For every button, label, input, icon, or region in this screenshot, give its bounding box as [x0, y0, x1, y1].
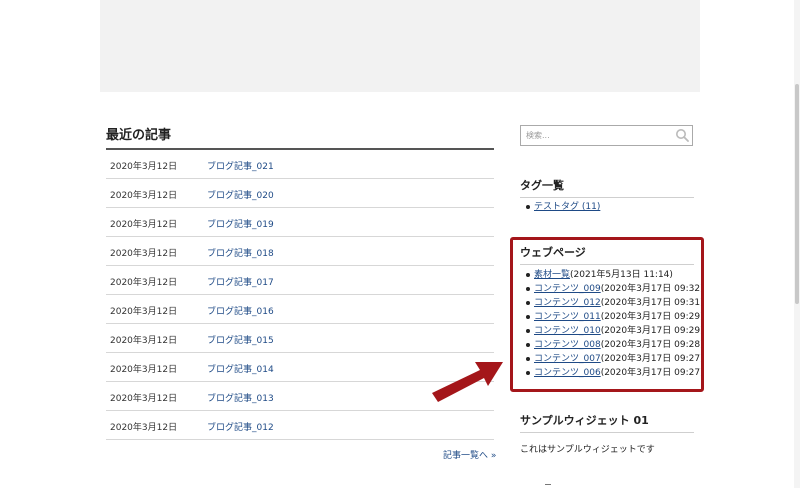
search-icon[interactable] — [675, 128, 689, 142]
post-link[interactable]: ブログ記事_019 — [207, 217, 274, 230]
post-date: 2020年3月12日 — [110, 365, 178, 375]
list-item: 2020年3月12日 ブログ記事_019 — [106, 208, 494, 237]
arrow-pointer-icon — [432, 362, 503, 402]
tags-widget-title: タグ一覧 — [520, 177, 694, 198]
scrollbar-thumb[interactable] — [795, 84, 799, 304]
post-date: 2020年3月12日 — [110, 278, 178, 288]
list-item: 2020年3月12日 ブログ記事_015 — [106, 324, 494, 353]
sample-widget-text: これはサンプルウィジェットです — [520, 445, 655, 455]
search-input[interactable]: 検索... — [520, 125, 693, 146]
search-placeholder: 検索... — [526, 131, 550, 140]
post-date: 2020年3月12日 — [110, 191, 178, 201]
recent-posts-title: 最近の記事 — [106, 124, 494, 150]
list-item: 2020年3月12日 ブログ記事_017 — [106, 266, 494, 295]
header-image-area — [100, 0, 700, 92]
post-link[interactable]: ブログ記事_013 — [207, 391, 274, 404]
post-link[interactable]: ブログ記事_020 — [207, 188, 274, 201]
list-item: 2020年3月12日 ブログ記事_021 — [106, 150, 494, 179]
post-link[interactable]: ブログ記事_017 — [207, 275, 274, 288]
post-date: 2020年3月12日 — [110, 162, 178, 172]
post-date: 2020年3月12日 — [110, 249, 178, 259]
list-item: 2020年3月12日 ブログ記事_016 — [106, 295, 494, 324]
list-item: 2020年3月12日 ブログ記事_012 — [106, 411, 494, 440]
post-date: 2020年3月12日 — [110, 220, 178, 230]
post-date: 2020年3月12日 — [110, 336, 178, 346]
tags-list: テストタグ (11) — [526, 200, 600, 214]
highlight-box — [510, 237, 704, 392]
post-date: 2020年3月12日 — [110, 394, 178, 404]
sample-widget-title: サンプルウィジェット 01 — [520, 412, 694, 433]
post-link[interactable]: ブログ記事_012 — [207, 420, 274, 433]
all-posts-link[interactable]: 記事一覧へ » — [443, 448, 496, 461]
post-date: 2020年3月12日 — [110, 307, 178, 317]
list-item: 2020年3月12日 ブログ記事_018 — [106, 237, 494, 266]
post-link[interactable]: ブログ記事_021 — [207, 159, 274, 172]
post-link[interactable]: ブログ記事_014 — [207, 362, 274, 375]
page-scrollbar[interactable] — [794, 0, 800, 488]
divider — [545, 484, 551, 485]
list-item: テストタグ (11) — [526, 200, 600, 214]
tag-link[interactable]: テストタグ (11) — [534, 202, 600, 212]
list-item: 2020年3月12日 ブログ記事_020 — [106, 179, 494, 208]
post-date: 2020年3月12日 — [110, 423, 178, 433]
post-link[interactable]: ブログ記事_018 — [207, 246, 274, 259]
post-link[interactable]: ブログ記事_016 — [207, 304, 274, 317]
post-link[interactable]: ブログ記事_015 — [207, 333, 274, 346]
